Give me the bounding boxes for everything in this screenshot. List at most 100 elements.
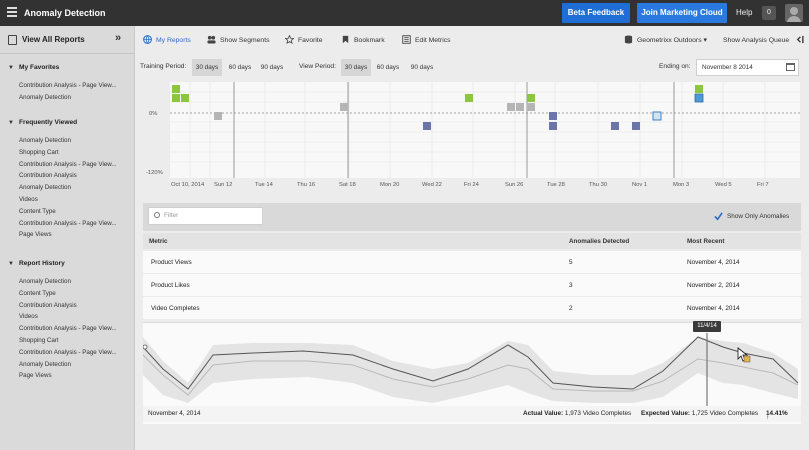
section-title[interactable]: ▼ Report History — [0, 258, 135, 270]
join-marketing-cloud-button[interactable]: Join Marketing Cloud — [637, 3, 727, 23]
ending-date-field[interactable]: November 8 2014 — [696, 59, 799, 76]
anomaly-cell-green[interactable] — [465, 94, 473, 102]
sidebar-item[interactable]: Anomaly Detection — [0, 276, 135, 288]
x-axis-labels: Oct 10, 2014 Sun 12 Tue 14 Thu 16 Sat 18… — [171, 182, 769, 188]
anomaly-cell-green[interactable] — [527, 94, 535, 102]
change-percent: ↑ 14.41% — [766, 410, 788, 421]
edit-metrics-button[interactable]: Edit Metrics — [402, 35, 451, 44]
x-label: Wed 5 — [715, 182, 732, 188]
view-all-reports-label: View All Reports — [22, 35, 85, 44]
caret-down-icon: ▼ — [8, 261, 14, 267]
notification-count[interactable]: 0 — [762, 6, 776, 20]
sidebar-item[interactable]: Anomaly Detection — [0, 92, 135, 104]
filter-input[interactable]: Filter — [148, 207, 263, 225]
training-60-days[interactable]: 60 days — [225, 59, 255, 76]
sidebar-item[interactable]: Anomaly Detection — [0, 182, 135, 194]
anomaly-cell-blue[interactable] — [611, 122, 619, 130]
column-most-recent[interactable]: Most Recent — [687, 238, 724, 245]
toolbar: My Reports Show Segments Favorite Bookma… — [135, 26, 809, 54]
view-90-days[interactable]: 90 days — [407, 59, 437, 76]
anomaly-cell-gray[interactable] — [340, 103, 348, 111]
view-60-days[interactable]: 60 days — [373, 59, 403, 76]
anomaly-cell-blue[interactable] — [549, 122, 557, 130]
anomaly-cell-green[interactable] — [172, 85, 180, 93]
anomaly-cell-blue[interactable] — [549, 112, 557, 120]
sidebar-item[interactable]: Content Type — [0, 288, 135, 300]
sidebar-item[interactable]: Videos — [0, 311, 135, 323]
show-only-anomalies-checkbox[interactable] — [714, 212, 723, 221]
training-90-days[interactable]: 90 days — [257, 59, 287, 76]
anomaly-cell-highlight[interactable] — [694, 93, 704, 103]
x-label: Thu 16 — [297, 182, 315, 188]
sidebar-item[interactable]: Contribution Analysis — [0, 300, 135, 312]
most-recent-date: November 4, 2014 — [687, 305, 740, 312]
anomaly-cell-green[interactable] — [181, 94, 189, 102]
show-segments-button[interactable]: Show Segments — [207, 35, 270, 44]
anomaly-cell-gray[interactable] — [507, 103, 515, 111]
anomaly-count: 3 — [569, 282, 573, 289]
calendar-icon[interactable] — [786, 63, 795, 71]
anomaly-cell-gray[interactable] — [516, 103, 524, 111]
sidebar-item[interactable]: Contribution Analysis - Page View... — [0, 80, 135, 92]
x-label: Sun 12 — [214, 182, 232, 188]
collapse-sidebar-icon[interactable]: » — [115, 32, 121, 44]
sidebar-item[interactable]: Contribution Analysis - Page View... — [0, 159, 135, 171]
y-label-zero: 0% — [149, 111, 157, 117]
anomaly-cell-green[interactable] — [172, 94, 180, 102]
sidebar-item[interactable]: Content Type — [0, 206, 135, 218]
sidebar-item[interactable]: Page Views — [0, 229, 135, 241]
column-metric[interactable]: Metric — [149, 238, 168, 245]
x-label: Mon 3 — [673, 182, 689, 188]
anomaly-cell-gray[interactable] — [214, 112, 222, 120]
section-title[interactable]: ▼ Frequently Viewed — [0, 117, 135, 129]
section-title[interactable]: ▼ My Favorites — [0, 62, 135, 74]
bookmark-button[interactable]: Bookmark — [341, 35, 385, 44]
anomaly-cell-gray[interactable] — [527, 103, 535, 111]
trend-start-point[interactable] — [143, 344, 148, 350]
anomaly-cell-green[interactable] — [695, 85, 703, 93]
show-analysis-queue-button[interactable]: Show Analysis Queue — [723, 35, 804, 44]
database-icon — [624, 35, 633, 44]
sidebar-item[interactable]: Page Views — [0, 370, 135, 382]
sidebar-item[interactable]: Videos — [0, 194, 135, 206]
anomaly-cell-blue[interactable] — [632, 122, 640, 130]
sidebar-item[interactable]: Shopping Cart — [0, 147, 135, 159]
sidebar-item[interactable]: Contribution Analysis - Page View... — [0, 218, 135, 230]
table-row[interactable]: Product Views 5 November 4, 2014 — [143, 251, 801, 274]
date-tooltip: 11/4/14 — [693, 321, 721, 332]
arrow-up-icon: ↑ — [766, 414, 770, 421]
sidebar-item[interactable]: Contribution Analysis - Page View... — [0, 323, 135, 335]
my-reports-button[interactable]: My Reports — [143, 35, 191, 44]
help-link[interactable]: Help — [736, 8, 752, 17]
app-title: Anomaly Detection — [24, 8, 106, 18]
anomaly-cell-selected[interactable] — [652, 111, 662, 121]
view-30-days[interactable]: 30 days — [341, 59, 371, 76]
sidebar-item[interactable]: Anomaly Detection — [0, 135, 135, 147]
user-avatar-icon[interactable] — [785, 4, 803, 22]
table-row-selected[interactable]: Video Completes 2 November 4, 2014 — [143, 297, 801, 320]
training-30-days[interactable]: 30 days — [192, 59, 222, 76]
show-only-anomalies-label[interactable]: Show Only Anomalies — [727, 213, 789, 220]
caret-down-icon: ▼ — [8, 65, 14, 71]
menu-icon[interactable] — [7, 7, 17, 19]
trend-svg — [143, 333, 799, 407]
anomaly-cell-blue[interactable] — [423, 122, 431, 130]
section-frequently-viewed: ▼ Frequently Viewed Anomaly Detection Sho… — [0, 117, 135, 241]
favorite-button[interactable]: Favorite — [285, 35, 323, 44]
column-anomalies[interactable]: Anomalies Detected — [569, 238, 629, 245]
sidebar-item[interactable]: Contribution Analysis — [0, 170, 135, 182]
sidebar-item[interactable]: Anomaly Detection — [0, 359, 135, 371]
x-label: Nov 1 — [632, 182, 647, 188]
view-all-reports[interactable]: View All Reports » — [0, 26, 135, 54]
sidebar-item[interactable]: Shopping Cart — [0, 335, 135, 347]
report-suite-dropdown[interactable]: Geometrixx Outdoors ▾ — [624, 35, 707, 44]
y-label-bottom: -120% — [146, 170, 163, 176]
x-label: Fri 24 — [464, 182, 480, 188]
sidebar-item[interactable]: Contribution Analysis - Page View... — [0, 347, 135, 359]
x-label: Tue 28 — [547, 182, 565, 188]
beta-feedback-button[interactable]: Beta Feedback — [562, 3, 630, 23]
chevron-down-icon: ▾ — [701, 37, 707, 44]
star-icon — [285, 35, 294, 44]
table-row[interactable]: Product Likes 3 November 2, 2014 — [143, 274, 801, 297]
period-controls: Training Period: 30 days 60 days 90 days… — [135, 56, 809, 78]
